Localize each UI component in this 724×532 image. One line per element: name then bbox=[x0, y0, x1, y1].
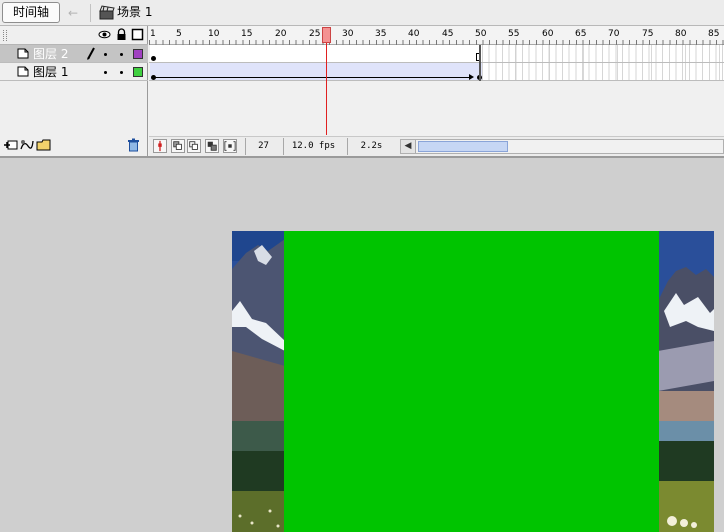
layer-row-1[interactable]: 图层 1 bbox=[0, 63, 148, 81]
scrollbar-thumb[interactable] bbox=[418, 141, 508, 152]
ruler-tick-label: 15 bbox=[241, 29, 253, 39]
green-rectangle-shape[interactable] bbox=[284, 231, 659, 532]
layer-header bbox=[0, 26, 148, 45]
layer-footer bbox=[0, 136, 148, 156]
ruler-tick-label: 40 bbox=[408, 29, 420, 39]
outline-icon[interactable] bbox=[131, 28, 144, 41]
ruler-tick-label: 60 bbox=[542, 29, 554, 39]
lock-dot[interactable] bbox=[120, 53, 123, 56]
tween-arrow-icon bbox=[469, 74, 474, 80]
layer-icon bbox=[17, 48, 29, 59]
panel-grip[interactable] bbox=[3, 30, 7, 41]
frame-grid-markers bbox=[482, 45, 724, 62]
frame-end-separator bbox=[479, 45, 481, 81]
onion-skin-icon[interactable] bbox=[171, 139, 185, 153]
edit-multiple-frames-icon[interactable] bbox=[205, 139, 219, 153]
top-toolbar: 时间轴 ← 场景 1 bbox=[0, 0, 724, 26]
visibility-dot[interactable] bbox=[104, 53, 107, 56]
pencil-icon bbox=[87, 47, 95, 60]
frames-area: 1 5 10 15 20 25 30 35 40 45 50 55 60 65 … bbox=[149, 26, 724, 156]
elapsed-time-field: 2.2s bbox=[347, 138, 395, 155]
ruler-tick-label: 25 bbox=[309, 29, 321, 39]
stage-area[interactable] bbox=[0, 158, 724, 532]
tween-line bbox=[155, 77, 471, 78]
ruler-tick-label: 5 bbox=[176, 29, 182, 39]
trash-icon[interactable] bbox=[127, 138, 140, 152]
center-frame-icon[interactable] bbox=[153, 139, 167, 153]
layer-name[interactable]: 图层 2 bbox=[33, 46, 68, 62]
add-motion-guide-icon[interactable] bbox=[20, 138, 34, 152]
toolbar-divider bbox=[90, 4, 91, 22]
ruler-tick-label: 20 bbox=[275, 29, 287, 39]
scene-label[interactable]: 场景 1 bbox=[117, 5, 152, 20]
frame-row-layer-1[interactable] bbox=[149, 63, 724, 81]
clapperboard-icon bbox=[99, 5, 115, 20]
eye-icon[interactable] bbox=[98, 28, 111, 41]
scroll-left-arrow-icon[interactable]: ◀ bbox=[401, 140, 416, 153]
layer-color-swatch[interactable] bbox=[133, 67, 143, 77]
timeline-toggle-button[interactable]: 时间轴 bbox=[2, 2, 60, 23]
current-frame-field: 27 bbox=[245, 138, 281, 155]
visibility-dot[interactable] bbox=[104, 71, 107, 74]
frame-rate-field[interactable]: 12.0 fps bbox=[283, 138, 343, 155]
ruler-tick-label: 70 bbox=[608, 29, 620, 39]
playhead-line bbox=[326, 43, 327, 135]
lock-icon[interactable] bbox=[115, 28, 128, 41]
frame-row-layer-2[interactable] bbox=[149, 45, 724, 63]
onion-skin-outlines-icon[interactable] bbox=[187, 139, 201, 153]
timeline-panel: 图层 2 图层 1 1 5 10 15 20 25 30 35 40 45 50… bbox=[0, 26, 724, 156]
insert-folder-icon[interactable] bbox=[36, 138, 51, 152]
ruler-tick-label: 55 bbox=[508, 29, 520, 39]
layer-icon bbox=[17, 66, 29, 77]
mountain-image-right bbox=[658, 231, 714, 532]
ruler-tick-label: 80 bbox=[675, 29, 687, 39]
frame-grid-markers bbox=[482, 63, 724, 80]
back-arrow-icon[interactable]: ← bbox=[68, 6, 82, 20]
ruler-tick-label: 35 bbox=[375, 29, 387, 39]
layer-color-swatch[interactable] bbox=[133, 49, 143, 59]
insert-layer-icon[interactable] bbox=[4, 138, 18, 152]
timeline-status-bar: 27 12.0 fps 2.2s ◀ bbox=[149, 136, 724, 156]
ruler-tick-label: 1 bbox=[150, 29, 156, 39]
lock-dot[interactable] bbox=[120, 71, 123, 74]
horizontal-scrollbar[interactable]: ◀ bbox=[400, 139, 724, 154]
frame-ruler[interactable]: 1 5 10 15 20 25 30 35 40 45 50 55 60 65 … bbox=[149, 26, 724, 45]
ruler-tick-label: 30 bbox=[342, 29, 354, 39]
ruler-tick-label: 75 bbox=[642, 29, 654, 39]
layer-row-2[interactable]: 图层 2 bbox=[0, 45, 148, 63]
ruler-tick-label: 10 bbox=[208, 29, 220, 39]
ruler-tick-label: 65 bbox=[575, 29, 587, 39]
ruler-tick-label: 45 bbox=[442, 29, 454, 39]
ruler-tick-label: 85 bbox=[708, 29, 720, 39]
layer-list: 图层 2 图层 1 bbox=[0, 26, 148, 156]
layer-name[interactable]: 图层 1 bbox=[33, 64, 68, 80]
modify-onion-markers-icon[interactable] bbox=[223, 139, 237, 153]
playhead[interactable] bbox=[322, 27, 331, 43]
frame-span[interactable] bbox=[150, 45, 482, 62]
mountain-image-left bbox=[232, 231, 285, 532]
keyframe[interactable] bbox=[151, 56, 156, 61]
ruler-tick-label: 50 bbox=[475, 29, 487, 39]
